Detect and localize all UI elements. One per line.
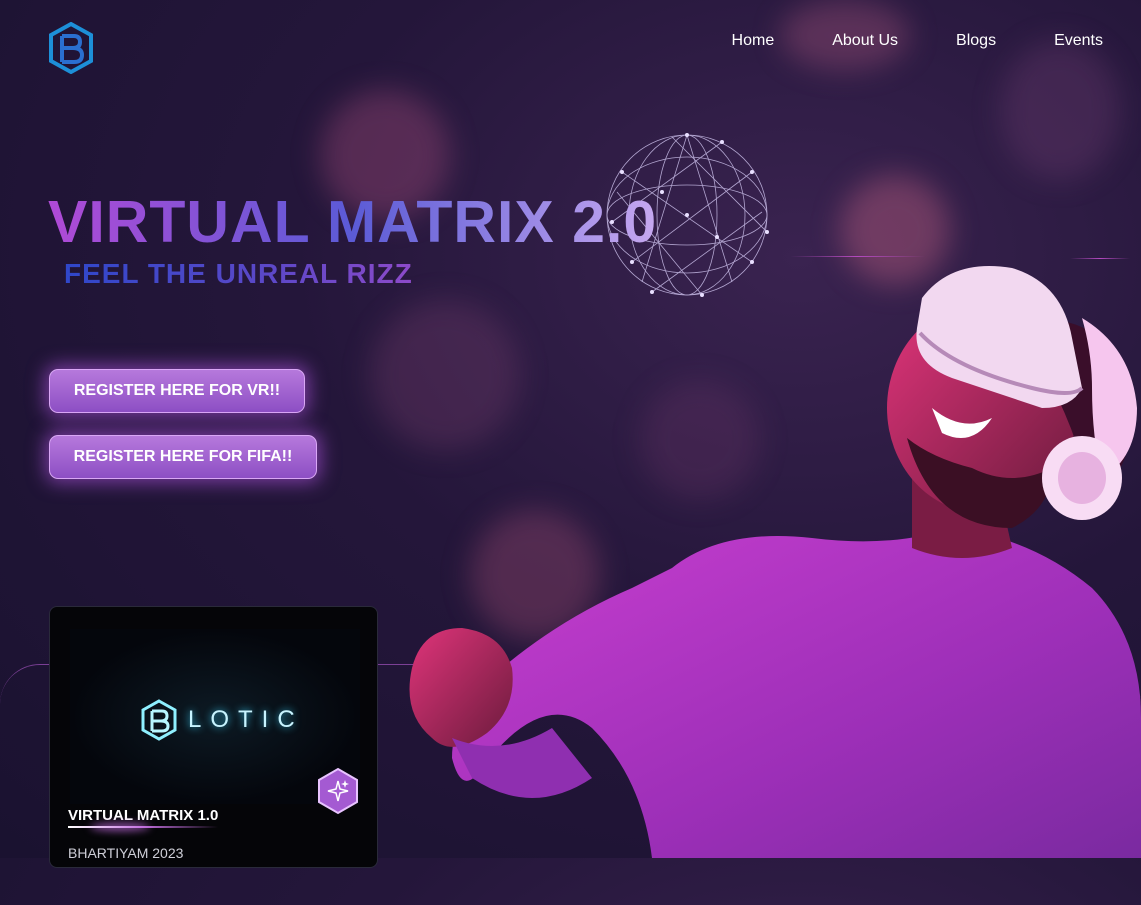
card-subtitle: BHARTIYAM 2023: [68, 845, 184, 861]
sparkle-icon[interactable]: [316, 767, 360, 815]
blotic-logo-text: LOTIC: [188, 706, 304, 733]
brand-logo-icon[interactable]: [48, 21, 94, 75]
vr-person-image: [392, 258, 1141, 858]
blotic-logo: LOTIC: [140, 699, 304, 741]
hero-title: VIRTUAL MATRIX 2.0: [48, 189, 658, 255]
blotic-logo-icon: [141, 699, 177, 741]
card-title-underline: [68, 826, 218, 828]
register-fifa-button[interactable]: REGISTER HERE FOR FIFA!!: [49, 435, 317, 479]
nav-home[interactable]: Home: [732, 32, 775, 50]
nav-events[interactable]: Events: [1054, 32, 1103, 50]
nav-about-us[interactable]: About Us: [832, 32, 898, 50]
event-card[interactable]: LOTIC VIRTUAL MATRIX 1.0 BHARTIYAM 2023: [49, 606, 378, 868]
nav-blogs[interactable]: Blogs: [956, 32, 996, 50]
main-nav: Home About Us Blogs Events: [732, 32, 1103, 50]
card-title: VIRTUAL MATRIX 1.0: [68, 807, 219, 824]
hero-subtitle: FEEL THE UNREAL RIZZ: [64, 258, 413, 289]
register-vr-button[interactable]: REGISTER HERE FOR VR!!: [49, 369, 305, 413]
decorative-line: [790, 256, 925, 257]
